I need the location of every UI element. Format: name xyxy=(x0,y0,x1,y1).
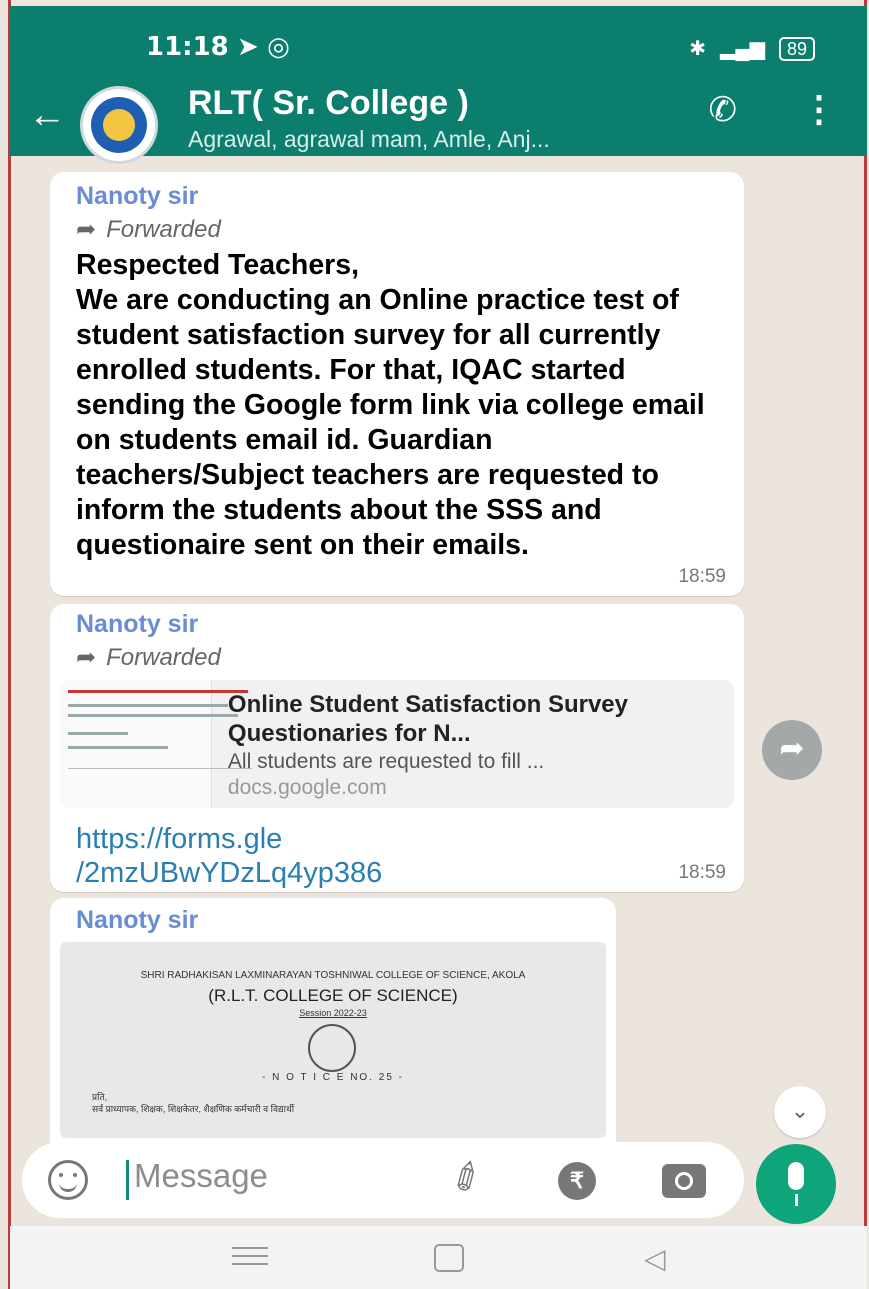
chevron-double-down-icon[interactable]: ⌄ xyxy=(774,1086,826,1138)
thumb-line xyxy=(68,714,238,717)
emoji-icon[interactable] xyxy=(48,1160,88,1200)
mic-icon[interactable] xyxy=(756,1144,836,1224)
thumb-line xyxy=(68,768,252,769)
message-sender[interactable]: Nanoty sir xyxy=(76,182,718,211)
rupee-icon[interactable]: ₹ xyxy=(558,1162,596,1200)
forwarded-label: ➦ Forwarded xyxy=(76,215,718,244)
status-time: 11:18 xyxy=(146,32,229,62)
message-sender[interactable]: Nanoty sir xyxy=(76,610,734,639)
mic-stand xyxy=(795,1194,798,1206)
doc-notice: - N O T I C E NO. 25 - xyxy=(262,1072,404,1083)
chat-title[interactable]: RLT( Sr. College ) xyxy=(188,84,469,123)
frame-border-left xyxy=(8,0,11,1289)
bluetooth-icon: ✱ xyxy=(689,38,707,60)
camera-icon[interactable] xyxy=(662,1164,706,1198)
message-input[interactable] xyxy=(132,1156,436,1196)
forwarded-text: Forwarded xyxy=(106,215,221,243)
link-preview-card[interactable]: Online Student Satisfaction Survey Quest… xyxy=(60,680,734,808)
thumb-line xyxy=(68,690,248,693)
add-call-icon[interactable]: ✆ xyxy=(709,90,738,130)
message-link[interactable]: https://forms.gle /2mzUBwYDzLq4yp386 xyxy=(50,822,744,890)
paperclip-icon[interactable]: ✐ xyxy=(443,1151,493,1206)
doc-session: Session 2022-23 xyxy=(299,1008,367,1018)
forwarded-text: Forwarded xyxy=(106,643,221,671)
forwarded-label: ➦ Forwarded xyxy=(76,643,734,672)
share-forward-icon[interactable]: ➦ xyxy=(762,720,822,780)
text-cursor xyxy=(126,1160,129,1200)
message-bubble-1[interactable]: Nanoty sir ➦ Forwarded Respected Teacher… xyxy=(50,172,744,596)
status-bar-left: 11:18 ➤ ◎ xyxy=(146,32,290,62)
chat-header: 11:18 ➤ ◎ ✱ ▂▄▆ 89 ← RLT( Sr. College ) … xyxy=(10,6,867,164)
more-vert-icon[interactable]: ⋮ xyxy=(801,88,837,130)
frame-border-right xyxy=(864,0,867,1289)
thumb-line xyxy=(68,746,168,749)
thumb-line xyxy=(68,732,128,735)
message-image[interactable]: SHRI RADHAKISAN LAXMINARAYAN TOSHNIWAL C… xyxy=(60,942,606,1138)
chat-participants[interactable]: Agrawal, agrawal mam, Amle, Anj... xyxy=(188,126,550,153)
home-icon[interactable] xyxy=(434,1244,464,1272)
message-time: 18:59 xyxy=(678,862,726,883)
battery-icon: 89 xyxy=(778,36,815,61)
system-nav-bar: ◁ xyxy=(10,1226,867,1289)
doc-short-name: (R.L.T. COLLEGE OF SCIENCE) xyxy=(208,986,458,1005)
message-input-bar: ✐ ₹ xyxy=(22,1142,744,1218)
link-preview-info: Online Student Satisfaction Survey Quest… xyxy=(212,680,734,808)
message-bubble-2[interactable]: Nanoty sir ➦ Forwarded Online Student Sa… xyxy=(50,604,744,892)
thumb-line xyxy=(68,704,228,707)
link-preview-description: All students are requested to fill ... xyxy=(227,750,545,773)
status-bar-right: ✱ ▂▄▆ 89 xyxy=(689,36,815,61)
link-preview-title: Online Student Satisfaction Survey Quest… xyxy=(227,691,628,747)
telegram-icon: ➤ xyxy=(237,32,259,62)
college-emblem-icon xyxy=(308,1024,356,1072)
recent-apps-icon[interactable] xyxy=(232,1247,268,1271)
message-bubble-3[interactable]: Nanoty sir SHRI RADHAKISAN LAXMINARAYAN … xyxy=(50,898,616,1148)
mic-body xyxy=(788,1162,804,1190)
doc-recipients: सर्व प्राध्यापक, शिक्षक, शिक्षकेतर, शैक्… xyxy=(92,1104,295,1114)
forward-arrow-icon: ➦ xyxy=(76,644,97,671)
forward-arrow-icon: ➦ xyxy=(76,216,97,243)
signal-icon: ▂▄▆ xyxy=(720,38,765,60)
avatar-emblem xyxy=(103,109,135,141)
message-text: Respected Teachers, We are conducting an… xyxy=(76,249,705,561)
message-sender[interactable]: Nanoty sir xyxy=(76,906,590,935)
back-arrow-icon[interactable]: ← xyxy=(28,94,66,137)
message-time: 18:59 xyxy=(678,566,726,587)
sync-icon: ◎ xyxy=(267,32,290,62)
link-preview-thumbnail xyxy=(60,680,252,808)
link-preview-domain: docs.google.com xyxy=(227,776,387,799)
group-avatar[interactable] xyxy=(80,86,158,164)
doc-college-name: SHRI RADHAKISAN LAXMINARAYAN TOSHNIWAL C… xyxy=(140,970,526,981)
nav-back-icon[interactable]: ◁ xyxy=(644,1242,666,1275)
